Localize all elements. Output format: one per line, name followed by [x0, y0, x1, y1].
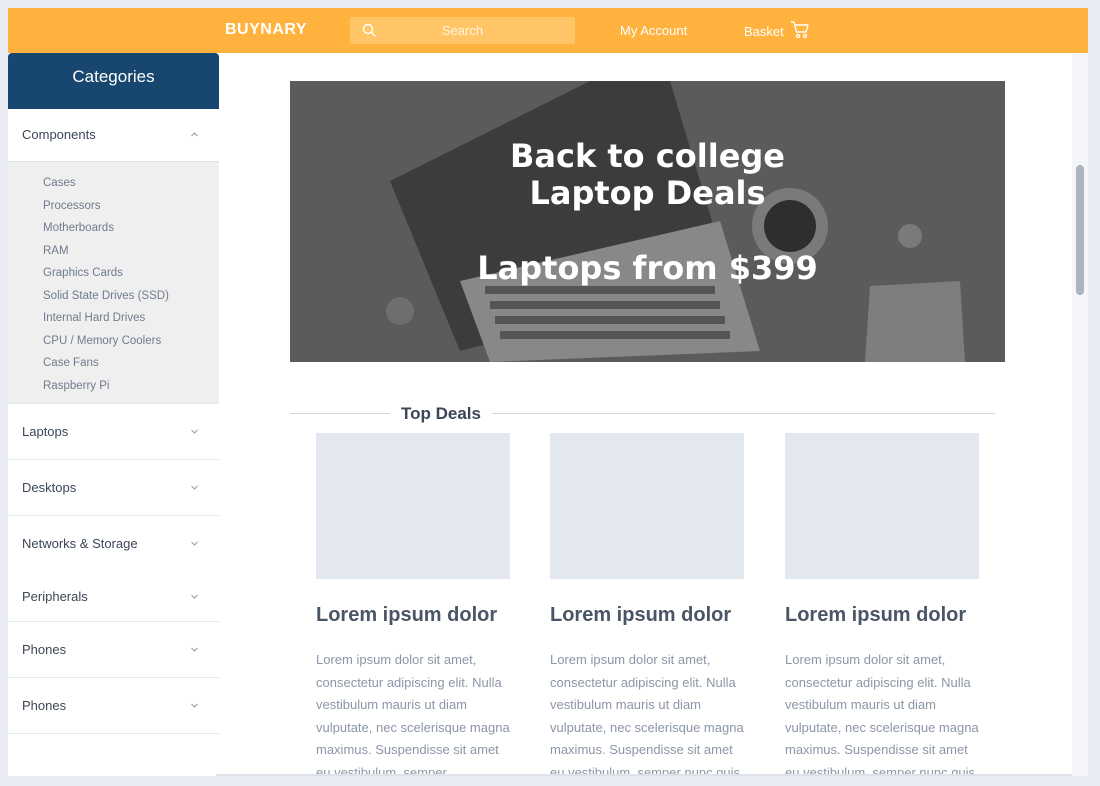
category-peripherals[interactable]: Peripherals [8, 572, 219, 622]
category-desktops[interactable]: Desktops [8, 460, 219, 516]
top-bar: BUYNARY Search My Account Basket [8, 8, 1088, 53]
subcategory-cases[interactable]: Cases [43, 174, 219, 197]
bottom-border [216, 774, 1072, 776]
subcategory-ram[interactable]: RAM [43, 242, 219, 265]
laptop-photo [290, 81, 1005, 362]
chevron-down-icon [191, 703, 198, 708]
hero-banner[interactable]: Back to college Laptop Deals Laptops fro… [290, 81, 1005, 362]
browser-frame: BUYNARY Search My Account Basket Categor… [8, 8, 1088, 776]
category-label: Laptops [22, 424, 69, 439]
search-input[interactable]: Search [350, 17, 575, 44]
category-label: Phones [22, 642, 67, 657]
deal-description: Lorem ipsum dolor sit amet, consectetur … [785, 652, 979, 776]
basket-link[interactable]: Basket [744, 20, 809, 39]
deal-description: Lorem ipsum dolor sit amet, consectetur … [550, 652, 744, 776]
category-laptops[interactable]: Laptops [8, 404, 219, 460]
category-label: Components [22, 127, 96, 142]
top-deals-title: Top Deals [401, 404, 481, 423]
deal-card[interactable]: Lorem ipsum dolor Lorem ipsum dolor sit … [550, 433, 744, 776]
components-subcategories: Cases Processors Motherboards RAM Graphi… [8, 162, 219, 404]
subcategory-processors[interactable]: Processors [43, 197, 219, 220]
subcategory-internal-hard-drives[interactable]: Internal Hard Drives [43, 309, 219, 332]
search-placeholder: Search [441, 23, 484, 38]
divider-left [290, 413, 390, 414]
hero-headline-1: Back to college [510, 137, 785, 175]
vertical-scrollbar[interactable] [1072, 53, 1088, 776]
deal-card[interactable]: Lorem ipsum dolor Lorem ipsum dolor sit … [316, 433, 510, 776]
chevron-down-icon [191, 594, 198, 599]
my-account-link[interactable]: My Account [620, 23, 687, 38]
subcategory-graphics-cards[interactable]: Graphics Cards [43, 264, 219, 287]
deal-title[interactable]: Lorem ipsum dolor [550, 604, 744, 627]
category-phones-2[interactable]: Phones [8, 678, 219, 734]
subcategory-ssd[interactable]: Solid State Drives (SSD) [43, 287, 219, 310]
chevron-down-icon [191, 541, 198, 546]
category-phones[interactable]: Phones [8, 622, 219, 678]
cart-icon [790, 21, 809, 39]
hero-headline-2: Laptop Deals [529, 174, 766, 212]
category-label: Desktops [22, 480, 77, 495]
chevron-down-icon [191, 647, 198, 652]
deal-image[interactable] [550, 433, 744, 579]
deal-description: Lorem ipsum dolor sit amet, consectetur … [316, 652, 510, 776]
category-networks-storage[interactable]: Networks & Storage [8, 516, 219, 572]
chevron-down-icon [191, 485, 198, 490]
category-label: Peripherals [22, 589, 88, 604]
subcategory-raspberry-pi[interactable]: Raspberry Pi [43, 377, 219, 400]
brand-logo[interactable]: BUYNARY [225, 21, 307, 39]
subcategory-motherboards[interactable]: Motherboards [43, 219, 219, 242]
category-sidebar: Categories Components Cases Processors M… [8, 53, 219, 776]
chevron-down-icon [191, 429, 198, 434]
divider-right [492, 413, 995, 414]
deal-image[interactable] [785, 433, 979, 579]
categories-header: Categories [8, 53, 219, 109]
hero-price-line: Laptops from $399 [477, 249, 818, 287]
chevron-up-icon [191, 132, 198, 137]
category-label: Networks & Storage [22, 536, 138, 551]
subcategory-coolers[interactable]: CPU / Memory Coolers [43, 332, 219, 355]
subcategory-case-fans[interactable]: Case Fans [43, 354, 219, 377]
deal-title[interactable]: Lorem ipsum dolor [316, 604, 510, 627]
category-components[interactable]: Components [8, 109, 219, 162]
basket-label: Basket [744, 23, 784, 39]
scrollbar-thumb[interactable] [1076, 165, 1084, 295]
deal-image[interactable] [316, 433, 510, 579]
category-label: Phones [22, 698, 67, 713]
deal-card[interactable]: Lorem ipsum dolor Lorem ipsum dolor sit … [785, 433, 979, 776]
deal-title[interactable]: Lorem ipsum dolor [785, 604, 979, 627]
